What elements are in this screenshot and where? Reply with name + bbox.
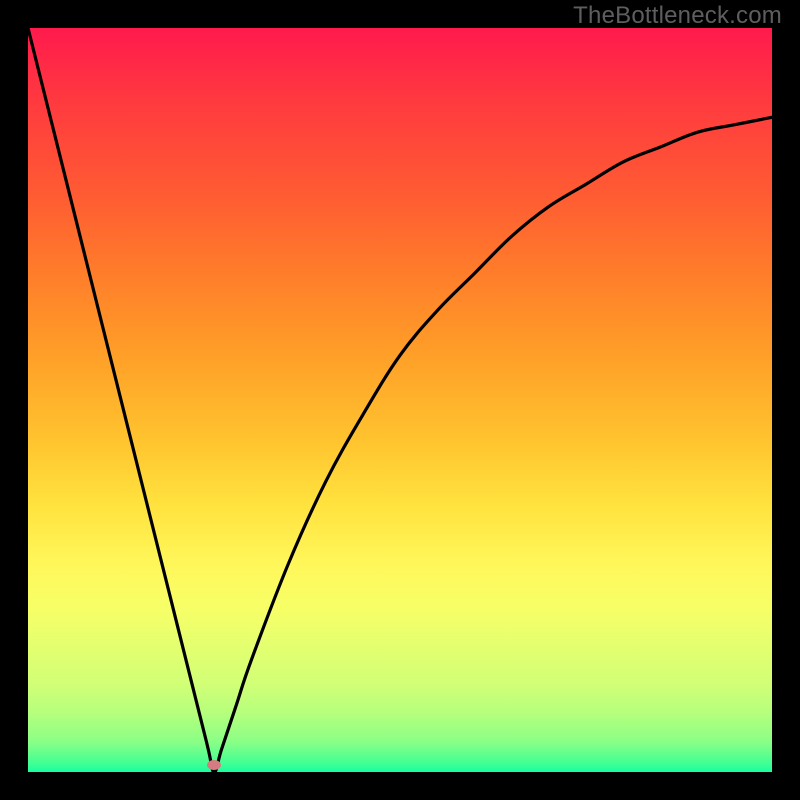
plot-area [28,28,772,772]
watermark-text: TheBottleneck.com [573,2,782,30]
minimum-marker [207,760,221,770]
chart-frame: TheBottleneck.com [0,0,800,800]
bottleneck-curve [28,28,772,772]
